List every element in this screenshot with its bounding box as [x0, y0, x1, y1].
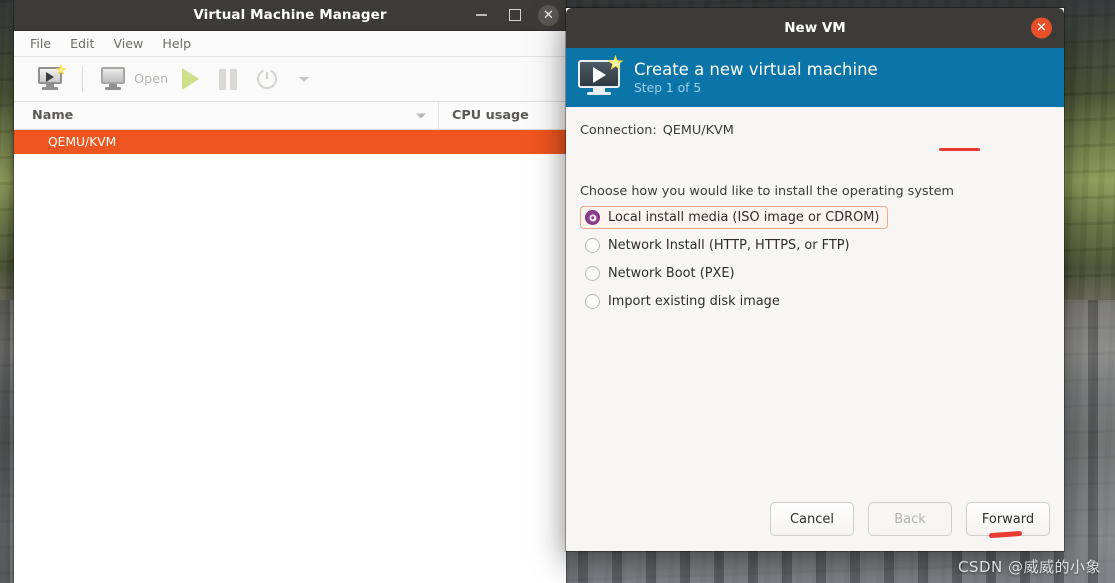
new-vm-monitor-icon — [38, 64, 67, 91]
install-method-prompt: Choose how you would like to install the… — [580, 184, 954, 199]
toolbar-separator — [82, 66, 83, 92]
column-header-name[interactable]: Name — [14, 108, 438, 123]
dialog-title: New VM — [784, 20, 846, 36]
pause-icon[interactable] — [219, 68, 238, 90]
radio-indicator-icon[interactable] — [585, 210, 600, 225]
dialog-body: Connection: QEMU/KVM Choose how you would… — [566, 107, 1064, 487]
banner-text: Create a new virtual machine Step 1 of 5 — [634, 60, 878, 95]
maximize-button[interactable] — [504, 4, 526, 26]
cancel-button[interactable]: Cancel — [770, 502, 854, 536]
watermark: CSDN @威威的小象 — [957, 558, 1101, 576]
column-header-cpu-usage[interactable]: CPU usage — [439, 108, 529, 123]
radio-label: Local install media (ISO image or CDROM) — [608, 210, 880, 225]
vmm-menubar: File Edit View Help — [14, 31, 566, 57]
dialog-titlebar[interactable]: New VM ✕ — [566, 8, 1064, 48]
radio-indicator-icon[interactable] — [585, 238, 600, 253]
vmm-titlebar[interactable]: Virtual Machine Manager ✕ — [14, 0, 566, 31]
column-header-name-label: Name — [32, 108, 74, 123]
new-vm-button[interactable] — [34, 64, 68, 93]
vm-list-header: Name CPU usage — [14, 101, 566, 130]
vmm-window-controls: ✕ — [470, 4, 559, 26]
menu-help[interactable]: Help — [162, 36, 191, 51]
radio-option-network-install[interactable]: Network Install (HTTP, HTTPS, or FTP) — [580, 234, 859, 257]
radio-option-network-boot-pxe[interactable]: Network Boot (PXE) — [580, 262, 744, 285]
vm-list: QEMU/KVM — [14, 130, 566, 583]
radio-option-import-existing-disk-image[interactable]: Import existing disk image — [580, 290, 789, 313]
connection-value: QEMU/KVM — [662, 123, 734, 138]
annotation-red-underline — [988, 530, 1023, 539]
radio-indicator-icon[interactable] — [585, 266, 600, 281]
radio-indicator-icon[interactable] — [585, 294, 600, 309]
radio-label: Network Install (HTTP, HTTPS, or FTP) — [608, 238, 850, 253]
power-icon[interactable] — [257, 69, 278, 89]
chevron-down-icon[interactable] — [299, 76, 310, 82]
connection-label: Connection: — [580, 123, 657, 138]
vmm-toolbar: Open — [14, 57, 566, 102]
monitor-icon — [101, 67, 127, 91]
dialog-footer: Cancel Back Forward — [566, 487, 1064, 551]
play-icon[interactable] — [182, 68, 200, 90]
radio-label: Import existing disk image — [608, 294, 780, 309]
connection-row: Connection: QEMU/KVM — [580, 123, 1046, 138]
virtual-machine-manager-window: Virtual Machine Manager ✕ File Edit View… — [14, 0, 566, 583]
open-button-label: Open — [134, 71, 169, 87]
table-row[interactable]: QEMU/KVM — [14, 130, 566, 154]
minimize-button[interactable] — [470, 4, 492, 26]
close-icon: ✕ — [1036, 20, 1047, 36]
vm-row-name: QEMU/KVM — [48, 135, 117, 149]
close-icon: ✕ — [543, 7, 554, 23]
new-vm-dialog: New VM ✕ Create a new virtual machine St… — [566, 8, 1064, 551]
banner-step-indicator: Step 1 of 5 — [634, 81, 702, 95]
banner-heading: Create a new virtual machine — [634, 60, 878, 79]
sort-caret-icon[interactable] — [416, 113, 426, 118]
menu-edit[interactable]: Edit — [70, 36, 94, 51]
annotation-red-line — [939, 148, 980, 151]
radio-option-local-install-media[interactable]: Local install media (ISO image or CDROM) — [580, 206, 889, 229]
dialog-banner: Create a new virtual machine Step 1 of 5 — [566, 48, 1064, 107]
menu-view[interactable]: View — [113, 36, 143, 51]
open-button[interactable]: Open — [97, 65, 172, 93]
radio-label: Network Boot (PXE) — [608, 266, 735, 281]
dialog-close-button[interactable]: ✕ — [1031, 17, 1052, 39]
install-method-radio-group: Local install media (ISO image or CDROM)… — [580, 206, 1046, 313]
back-button: Back — [868, 502, 952, 536]
vmm-close-button[interactable]: ✕ — [538, 4, 559, 26]
maximize-icon — [504, 4, 526, 26]
new-vm-monitor-icon — [578, 54, 624, 97]
menu-file[interactable]: File — [30, 36, 51, 51]
minimize-icon — [470, 4, 492, 26]
